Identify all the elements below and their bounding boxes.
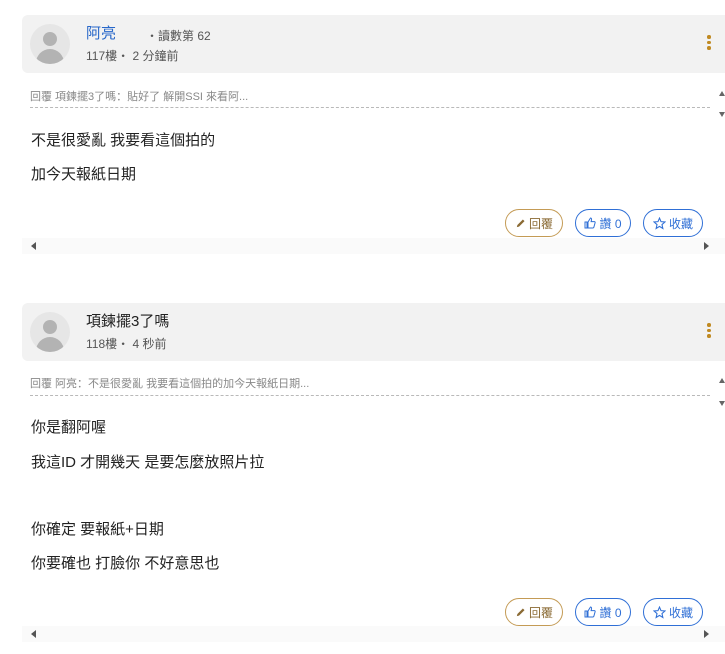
quote-divider bbox=[30, 395, 710, 396]
avatar[interactable] bbox=[30, 24, 70, 64]
comment-line: 我這ID 才開幾天 是要怎麼放照片拉 bbox=[31, 454, 265, 471]
scroll-left-icon[interactable] bbox=[31, 242, 36, 250]
favorite-button[interactable]: 收藏 bbox=[643, 598, 703, 626]
floor-and-time: 118樓・ 4 秒前 bbox=[86, 337, 167, 351]
floor-and-time: 117樓・ 2 分鐘前 bbox=[86, 49, 179, 63]
avatar[interactable] bbox=[30, 312, 70, 352]
username-link[interactable]: 阿亮 bbox=[86, 25, 116, 43]
scroll-right-icon[interactable] bbox=[704, 242, 709, 250]
favorite-button[interactable]: 收藏 bbox=[643, 209, 703, 237]
like-label: 讚 0 bbox=[599, 216, 622, 231]
horizontal-scrollbar[interactable] bbox=[22, 626, 725, 642]
quote-divider bbox=[30, 107, 710, 108]
post-header: 阿亮 ・讀數第 62 117樓・ 2 分鐘前 bbox=[22, 15, 725, 73]
comment-line: 你要確也 打臉你 不好意思也 bbox=[31, 555, 220, 572]
post-header: 項鍊擺3了嗎 118樓・ 4 秒前 bbox=[22, 303, 725, 361]
scroll-up-icon[interactable] bbox=[719, 378, 725, 383]
reply-quote: 回覆 項鍊擺3了嗎：貼好了 解開SSI 來看阿... bbox=[30, 91, 249, 103]
pencil-icon bbox=[516, 607, 525, 616]
scroll-left-icon[interactable] bbox=[31, 630, 36, 638]
scroll-up-icon[interactable] bbox=[719, 91, 725, 96]
star-icon bbox=[652, 605, 666, 619]
scroll-down-icon[interactable] bbox=[719, 401, 725, 406]
pencil-icon bbox=[516, 218, 525, 227]
kebab-menu-icon[interactable] bbox=[707, 323, 711, 339]
rank-badge: ・讀數第 62 bbox=[146, 29, 211, 43]
horizontal-scrollbar[interactable] bbox=[22, 238, 725, 254]
scroll-right-icon[interactable] bbox=[704, 630, 709, 638]
like-button[interactable]: 讚 0 bbox=[575, 598, 631, 626]
reply-label: 回覆 bbox=[528, 605, 553, 620]
like-button[interactable]: 讚 0 bbox=[575, 209, 631, 237]
star-icon bbox=[652, 216, 666, 230]
kebab-menu-icon[interactable] bbox=[707, 35, 711, 51]
comment-line: 你確定 要報紙+日期 bbox=[31, 521, 164, 538]
thumbs-up-icon bbox=[584, 217, 597, 229]
reply-label: 回覆 bbox=[528, 216, 553, 231]
favorite-label: 收藏 bbox=[668, 216, 693, 231]
scroll-down-icon[interactable] bbox=[719, 112, 725, 117]
like-label: 讚 0 bbox=[599, 605, 622, 620]
reply-button[interactable]: 回覆 bbox=[505, 209, 563, 237]
comment-line: 你是翻阿喔 bbox=[31, 419, 107, 436]
favorite-label: 收藏 bbox=[668, 605, 693, 620]
thumbs-up-icon bbox=[584, 606, 597, 618]
comment-line: 加今天報紙日期 bbox=[31, 166, 137, 183]
comment-line: 不是很愛亂 我要看這個拍的 bbox=[31, 132, 216, 149]
reply-button[interactable]: 回覆 bbox=[505, 598, 563, 626]
reply-quote: 回覆 阿亮：不是很愛亂 我要看這個拍的加今天報紙日期... bbox=[30, 378, 310, 390]
username[interactable]: 項鍊擺3了嗎 bbox=[86, 313, 169, 331]
